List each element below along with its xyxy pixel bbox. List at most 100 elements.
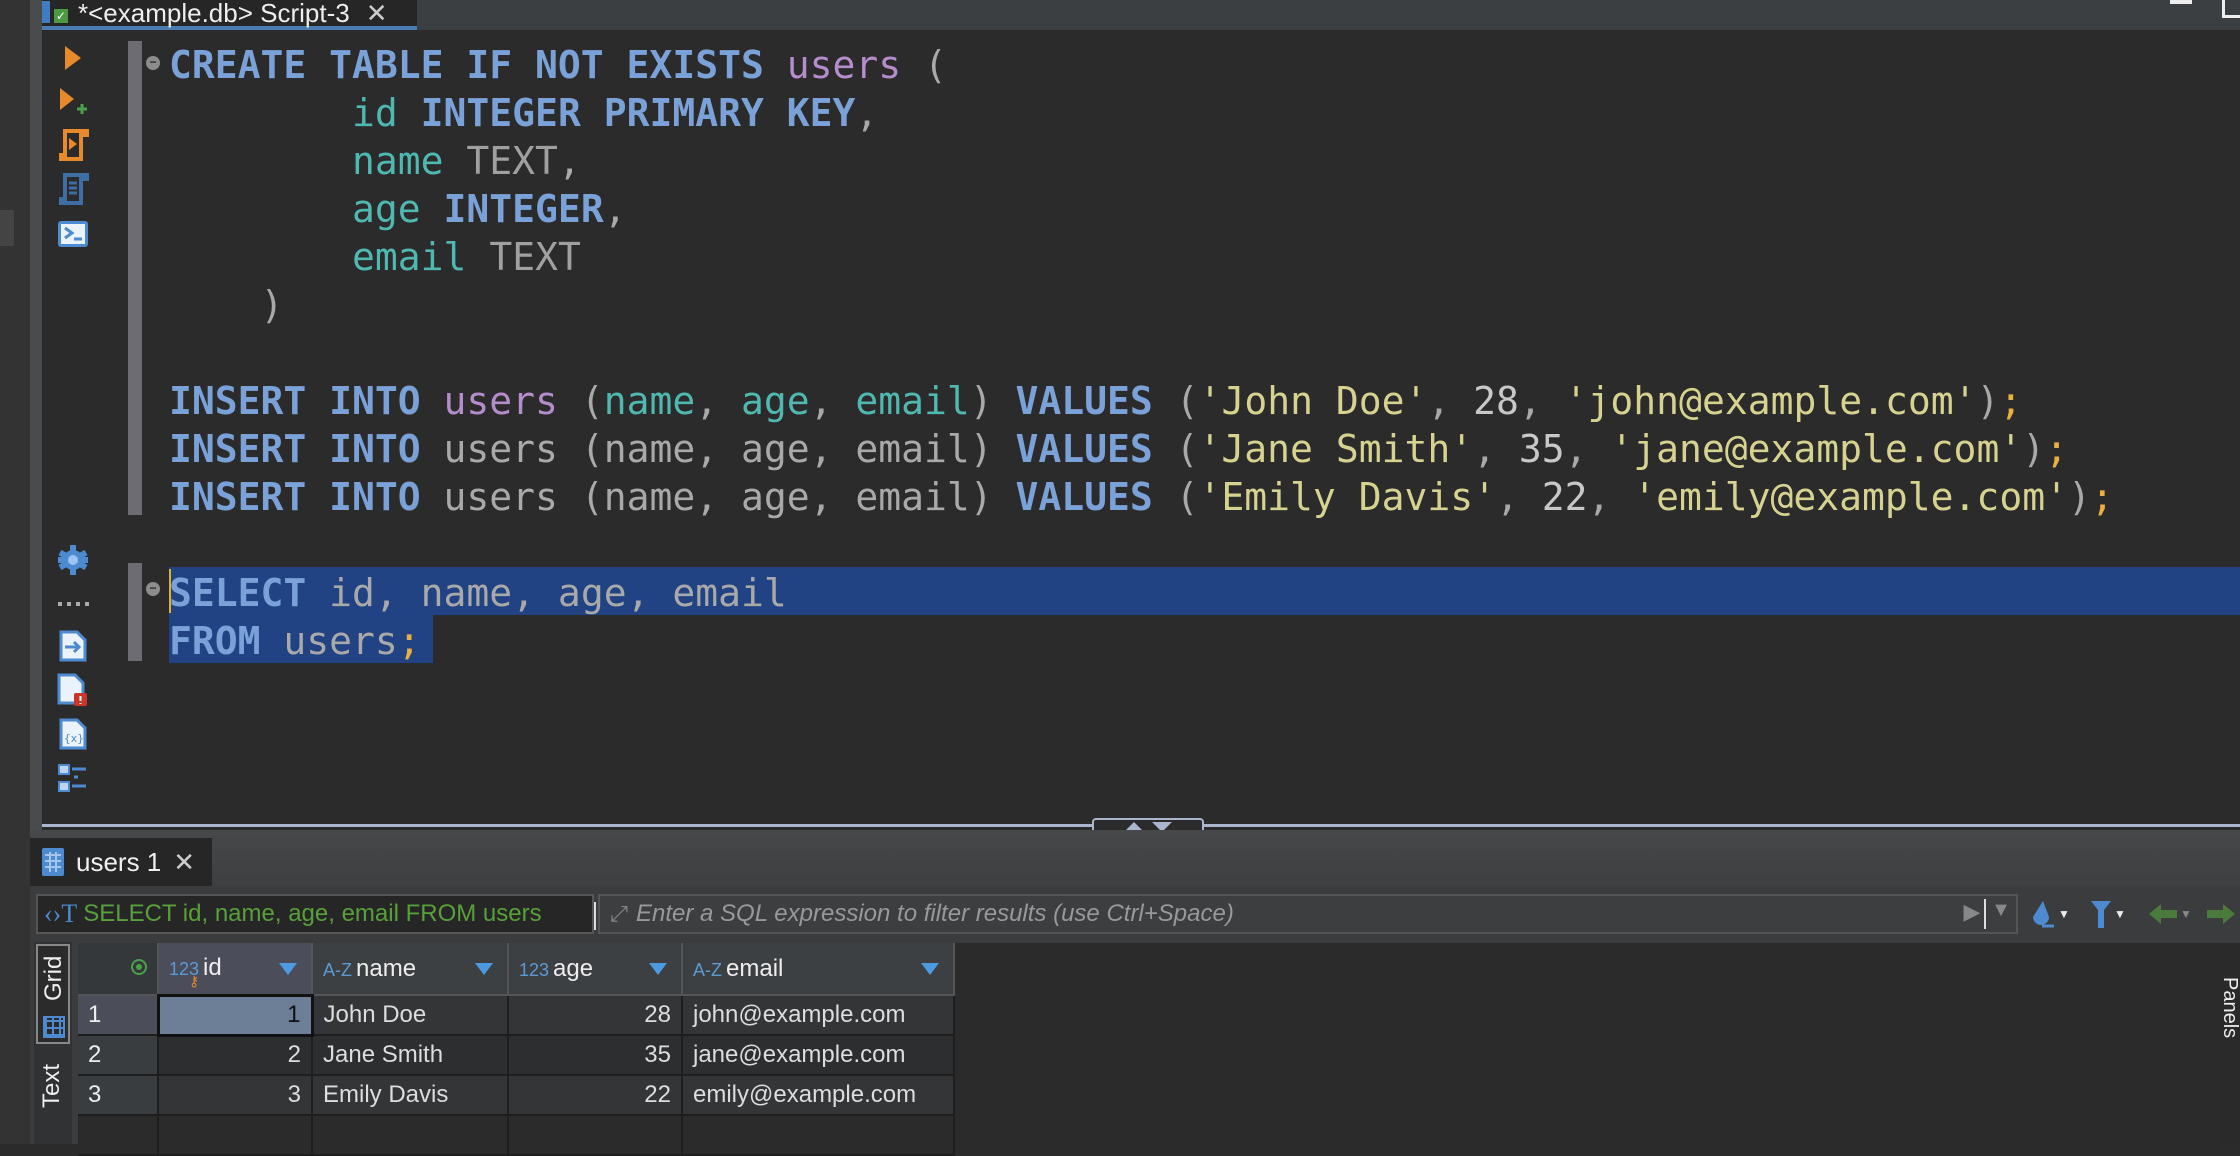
cell-email[interactable]: emily@example.com — [682, 1075, 955, 1116]
code-line[interactable]: FROM users; — [169, 617, 421, 665]
terminal-icon — [58, 221, 88, 247]
code-token: INSERT INTO — [169, 379, 444, 423]
cell-email[interactable]: john@example.com — [682, 995, 955, 1036]
code-line[interactable]: email TEXT — [169, 233, 581, 281]
filter-input[interactable] — [634, 899, 1960, 929]
primary-key-icon: ⚷ — [189, 973, 200, 989]
code-token: ) — [1976, 379, 2000, 423]
variables-button[interactable]: {x} — [56, 717, 90, 751]
cell-age[interactable]: 22 — [508, 1075, 683, 1116]
row-number[interactable]: 3 — [78, 1075, 159, 1116]
results-tab-label: users 1 — [76, 846, 162, 877]
close-icon[interactable]: ✕ — [366, 0, 388, 26]
text-type-icon: A-Z — [323, 959, 352, 980]
code-token: 'emily@example.com' — [1633, 475, 2068, 519]
results-panel: users 1 ✕ ‹›T SELECT id, name, age, emai… — [30, 830, 2240, 1156]
more-button[interactable] — [56, 587, 90, 621]
filter-history-dropdown[interactable]: ▼ — [1984, 899, 2016, 929]
fold-icon[interactable]: − — [146, 56, 160, 70]
results-tab-users-1[interactable]: users 1 ✕ — [30, 838, 212, 886]
code-line[interactable]: name TEXT, — [169, 137, 581, 185]
open-console-button[interactable] — [56, 217, 90, 251]
arrow-left-icon — [2149, 904, 2177, 924]
cell-email[interactable]: jane@example.com — [682, 1035, 955, 1076]
column-name: email — [726, 954, 784, 982]
table-row[interactable]: 2 2 Jane Smith 35 jane@example.com — [78, 1035, 955, 1076]
panels-toggle[interactable]: Panels — [2218, 943, 2240, 1144]
table-row[interactable]: 1 1 John Doe 28 john@example.com — [78, 993, 955, 1037]
cell-age[interactable]: 35 — [508, 1035, 683, 1076]
code-line[interactable]: SELECT id, name, age, email — [169, 569, 787, 617]
column-name: age — [553, 954, 594, 982]
sort-icon[interactable] — [279, 963, 297, 975]
cell-id[interactable]: 1 — [156, 993, 314, 1037]
column-header-id[interactable]: 123 id ⚷ — [158, 943, 313, 996]
query-text-display[interactable]: ‹›T SELECT id, name, age, email FROM use… — [36, 894, 596, 934]
table-row[interactable]: 3 3 Emily Davis 22 emily@example.com — [78, 1075, 955, 1116]
code-line[interactable]: id INTEGER PRIMARY KEY, — [169, 89, 878, 137]
empty-cell — [508, 1115, 683, 1156]
row-number[interactable]: 2 — [78, 1035, 159, 1076]
back-button[interactable]: ▼ — [2148, 898, 2192, 930]
script-list-icon — [59, 173, 89, 205]
cell-age[interactable]: 28 — [508, 995, 683, 1036]
sql-editor[interactable]: − − CREATE TABLE IF NOT EXISTS users ( i… — [108, 31, 2240, 826]
code-token: id, name, age, email — [329, 571, 787, 615]
code-token: INTEGER — [443, 187, 604, 231]
cell-name[interactable]: Emily Davis — [312, 1075, 509, 1116]
editor-tab-title: *<example.db> Script-3 — [78, 0, 350, 28]
execute-in-new-tab-button[interactable] — [56, 85, 90, 119]
column-header-email[interactable]: A-Z email — [682, 943, 955, 996]
code-token: ( — [557, 379, 604, 423]
outline-button[interactable] — [56, 761, 90, 795]
execute-statement-button[interactable] — [56, 41, 90, 75]
code-line[interactable]: INSERT INTO users (name, age, email) VAL… — [169, 425, 2068, 473]
settings-button[interactable] — [56, 543, 90, 577]
cell-id[interactable]: 2 — [158, 1035, 313, 1076]
code-token: ; — [2045, 427, 2068, 471]
execute-script-button[interactable] — [56, 129, 90, 163]
select-all-header[interactable] — [78, 943, 159, 996]
sort-icon[interactable] — [649, 963, 667, 975]
show-problems-button[interactable] — [56, 673, 90, 707]
column-header-age[interactable]: 123 age — [508, 943, 683, 996]
maximize-icon[interactable] — [2222, 0, 2240, 18]
outer-panel-tab[interactable] — [0, 210, 14, 246]
code-token: name — [352, 139, 467, 183]
apply-filter-icon[interactable]: ▶ — [1960, 899, 1984, 929]
fold-icon[interactable]: − — [146, 582, 160, 596]
code-line[interactable]: CREATE TABLE IF NOT EXISTS users ( — [169, 41, 947, 89]
code-token: ( — [901, 43, 947, 87]
cell-name[interactable]: John Doe — [312, 995, 509, 1036]
grid-view-tab[interactable]: Grid — [36, 944, 70, 1044]
execute-script-new-tab-button[interactable] — [56, 173, 90, 207]
expand-icon[interactable]: ⤢ — [604, 899, 634, 929]
empty-row — [78, 1115, 955, 1156]
sort-icon[interactable] — [475, 963, 493, 975]
export-from-query-button[interactable] — [56, 629, 90, 663]
editor-tab-script-3[interactable]: ✓ *<example.db> Script-3 ✕ — [42, 0, 417, 30]
row-number[interactable]: 1 — [78, 995, 159, 1036]
text-tab-label: Text — [38, 1064, 65, 1109]
forward-button[interactable]: ▼ — [2206, 898, 2240, 930]
code-token: email — [855, 379, 970, 423]
code-line[interactable]: INSERT INTO users (name, age, email) VAL… — [169, 473, 2114, 521]
minimize-icon[interactable] — [2170, 0, 2192, 4]
code-line[interactable]: age INTEGER, — [169, 185, 627, 233]
code-token: ; — [397, 619, 421, 663]
sort-icon[interactable] — [921, 963, 939, 975]
sql-text-icon: ‹›T — [44, 899, 78, 928]
code-token: ( — [1152, 475, 1199, 519]
select-all-icon[interactable] — [131, 959, 147, 975]
code-token: ; — [1999, 379, 2023, 423]
code-token: INSERT INTO — [169, 427, 444, 471]
cell-name[interactable]: Jane Smith — [312, 1035, 509, 1076]
cell-id[interactable]: 3 — [158, 1075, 313, 1116]
text-view-tab[interactable]: Text — [36, 1060, 70, 1144]
filter-settings-button[interactable]: ▼ — [2090, 898, 2126, 930]
clear-filter-button[interactable]: ▼ — [2030, 898, 2070, 930]
code-line[interactable]: ) — [169, 281, 284, 329]
close-icon[interactable]: ✕ — [173, 847, 195, 878]
column-header-name[interactable]: A-Z name — [312, 943, 509, 996]
code-line[interactable]: INSERT INTO users (name, age, email) VAL… — [169, 377, 2022, 425]
